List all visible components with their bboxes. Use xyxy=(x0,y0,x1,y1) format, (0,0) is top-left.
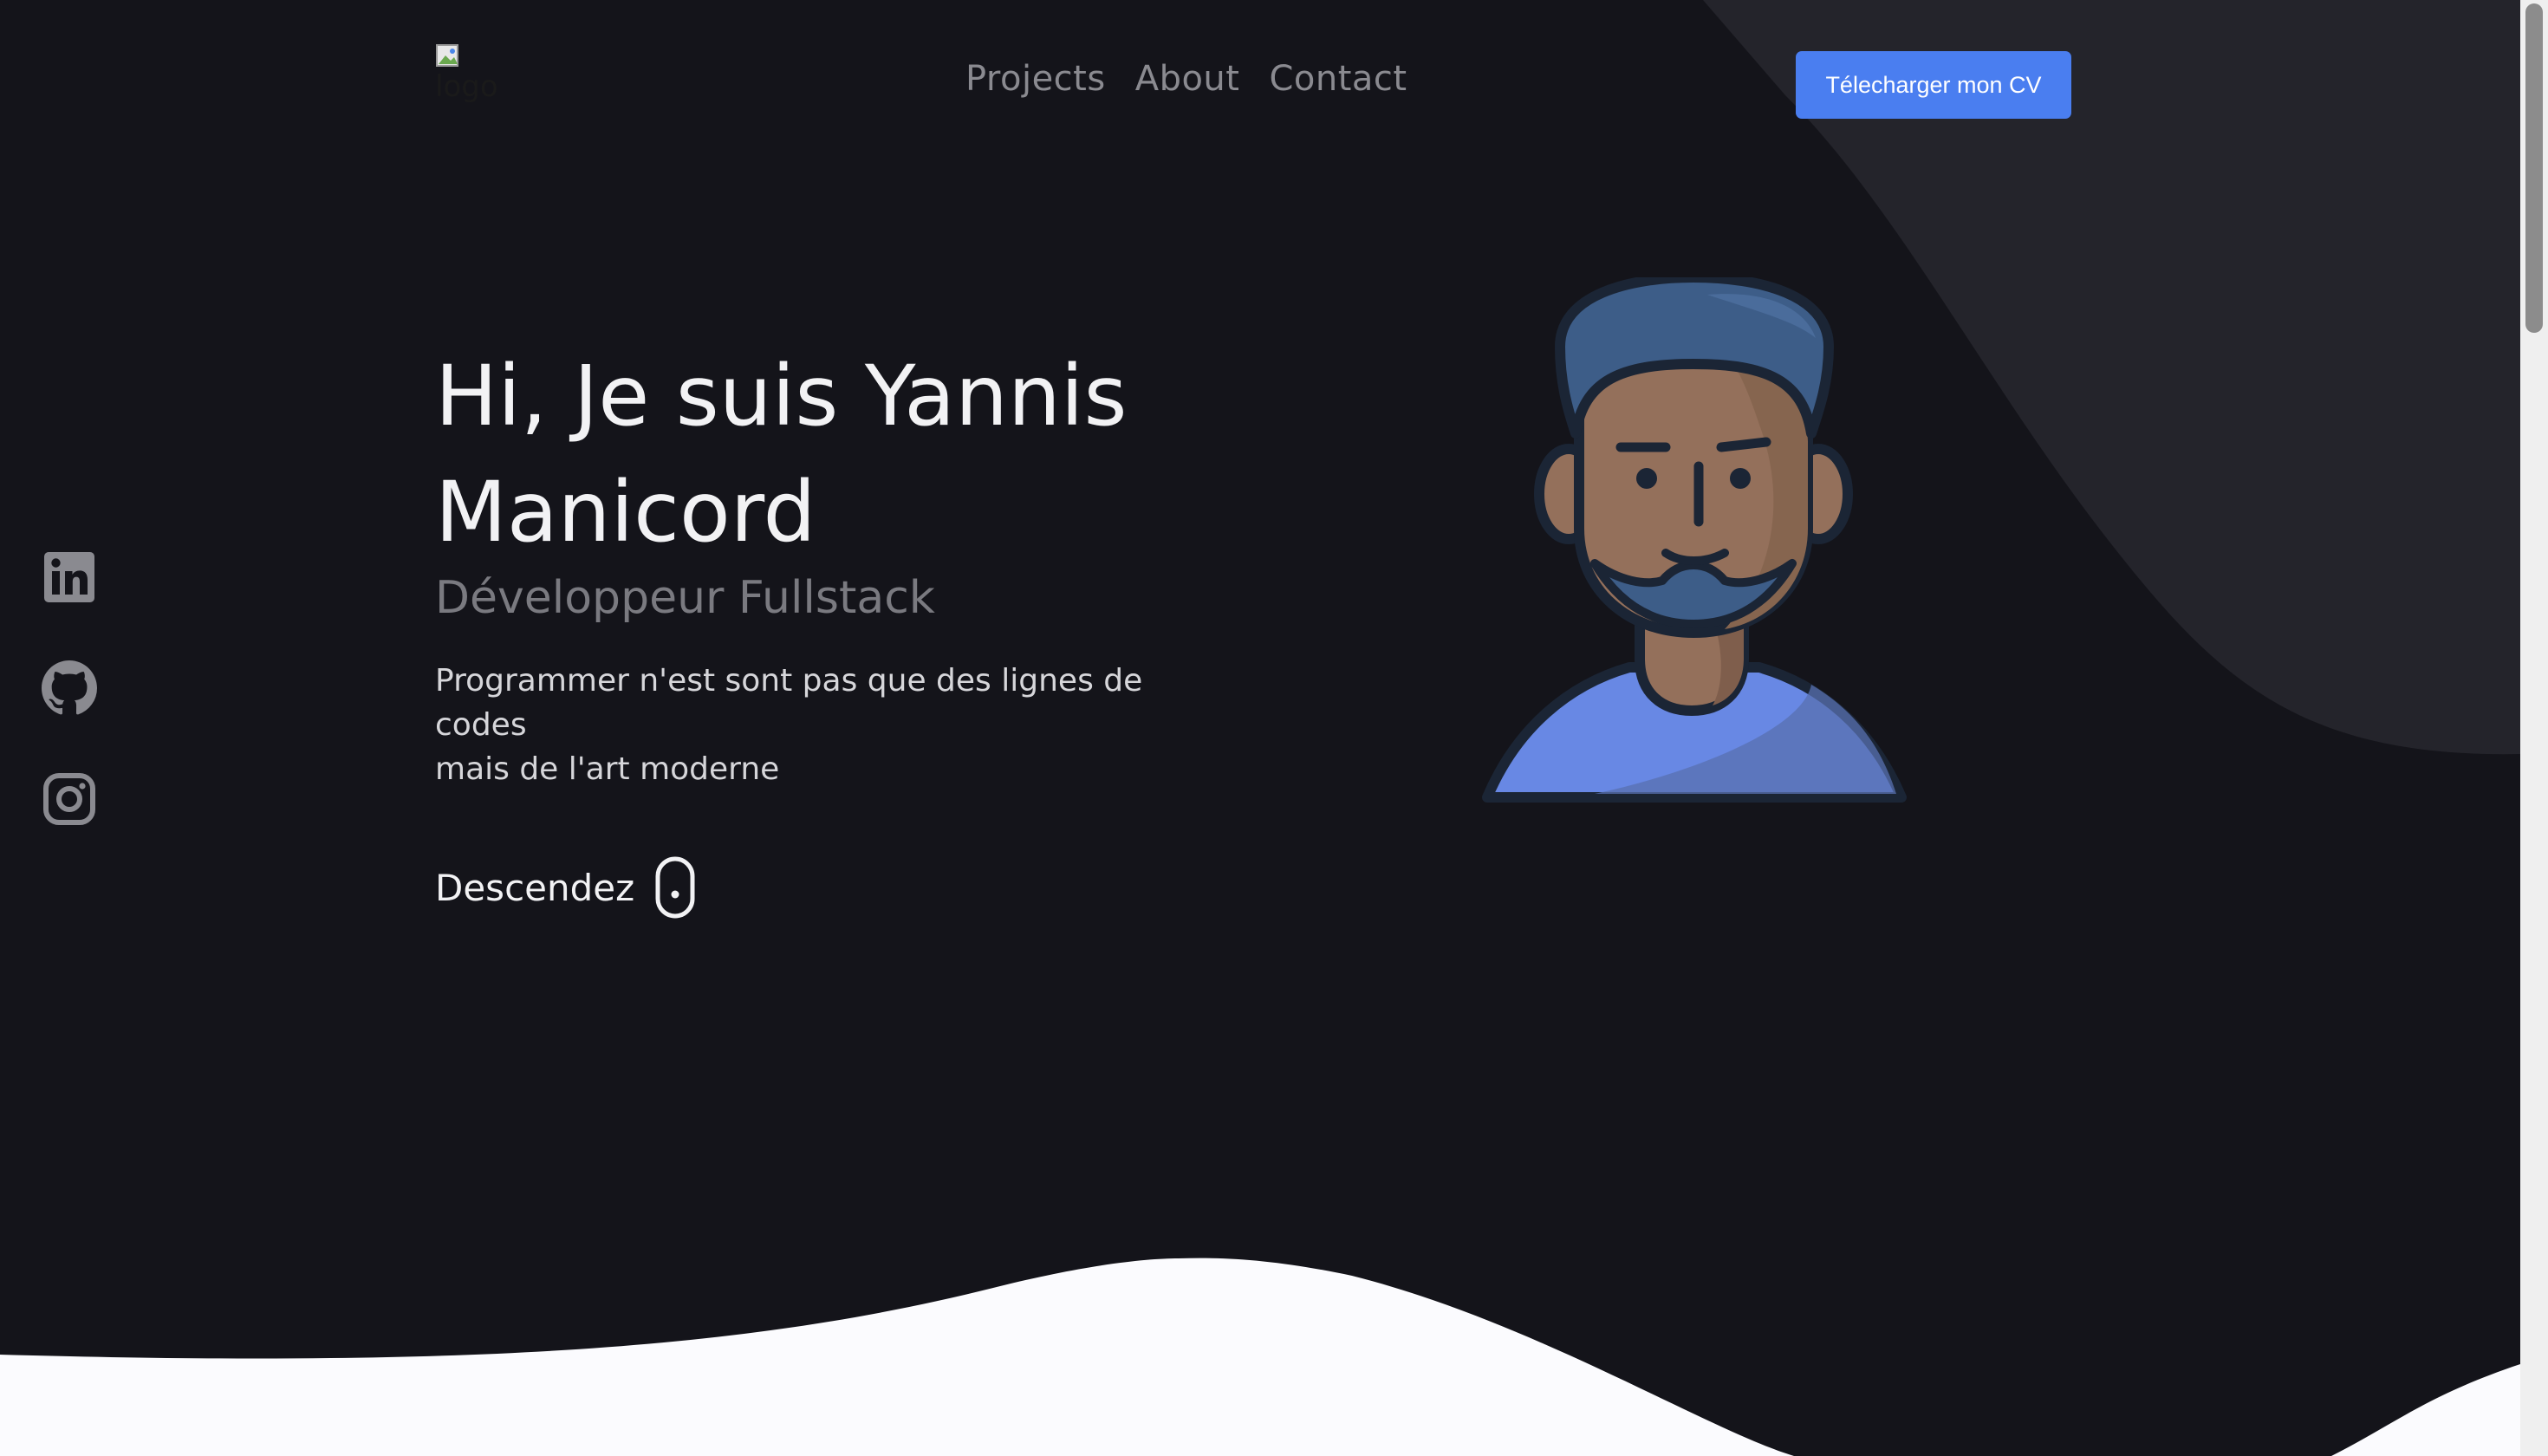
bottom-wave xyxy=(0,1258,2520,1456)
scroll-down-label: Descendez xyxy=(435,866,635,909)
hero-description-line-2: mais de l'art moderne xyxy=(435,751,780,787)
instagram-link[interactable] xyxy=(42,771,97,827)
logo-alt-text: logo xyxy=(435,69,498,104)
hero-description: Programmer n'est sont pas que des lignes… xyxy=(435,659,1232,791)
instagram-icon xyxy=(43,773,95,825)
linkedin-link[interactable] xyxy=(42,549,97,605)
download-cv-button[interactable]: Télecharger mon CV xyxy=(1796,51,2071,119)
nav-link-projects[interactable]: Projects xyxy=(965,59,1106,99)
hero-title-line-1: Hi, Je suis Yannis xyxy=(435,348,1128,445)
avatar-illustration xyxy=(1482,277,1907,803)
hero-title-line-2: Manicord xyxy=(435,464,816,561)
linkedin-icon xyxy=(44,552,94,602)
scroll-down-link[interactable]: Descendez xyxy=(435,856,695,919)
github-link[interactable] xyxy=(42,660,97,716)
nav-link-about[interactable]: About xyxy=(1135,59,1240,99)
hero-description-line-1: Programmer n'est sont pas que des lignes… xyxy=(435,663,1143,743)
scrollbar[interactable] xyxy=(2520,0,2548,1456)
mouse-icon xyxy=(655,856,695,919)
logo[interactable]: logo xyxy=(435,43,513,113)
broken-image-icon xyxy=(436,44,458,67)
background-shapes xyxy=(0,0,2520,1456)
hero-subtitle: Développeur Fullstack xyxy=(435,572,935,624)
github-icon xyxy=(42,660,97,715)
main-nav: Projects About Contact xyxy=(965,59,1407,99)
hero-title: Hi, Je suis Yannis Manicord xyxy=(435,338,1302,570)
nav-link-contact[interactable]: Contact xyxy=(1269,59,1407,99)
scrollbar-thumb[interactable] xyxy=(2525,3,2543,333)
page: logo Projects About Contact Télecharger … xyxy=(0,0,2548,1456)
